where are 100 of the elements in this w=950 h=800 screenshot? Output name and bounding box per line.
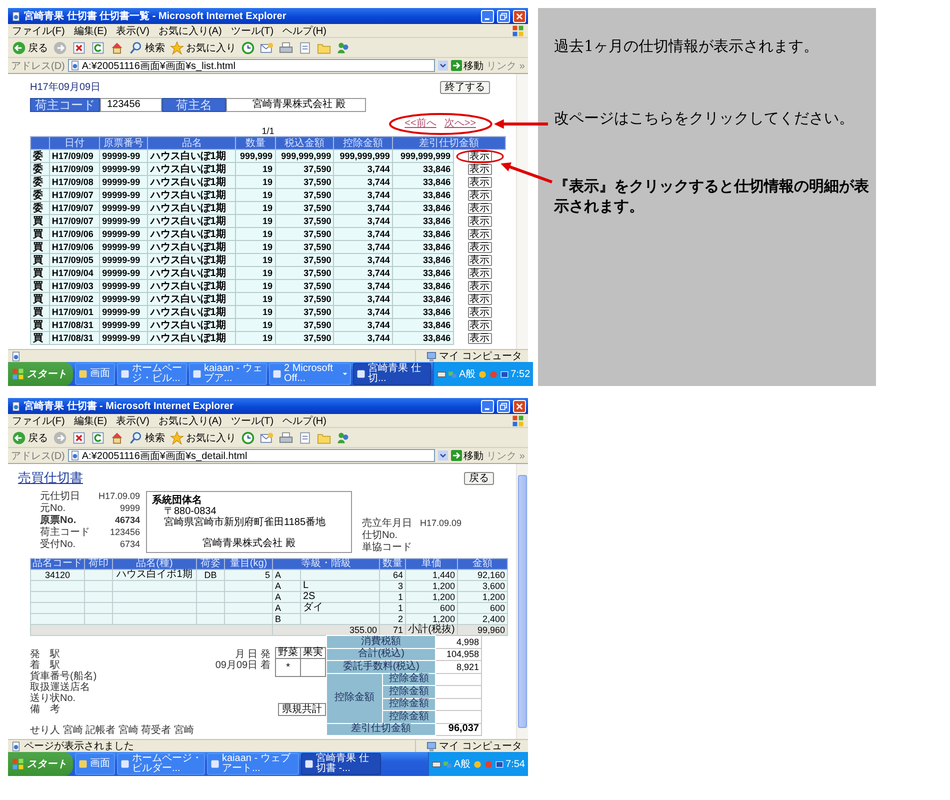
app-icon [120, 369, 130, 379]
previous-link[interactable]: <<前へ [404, 118, 436, 130]
taskbar-item[interactable]: ホームページ・ビル... [117, 363, 187, 385]
next-link[interactable]: 次へ>> [444, 118, 476, 130]
address-field[interactable]: A:¥20051116画面¥画面¥s_list.html [68, 59, 435, 72]
menu-item[interactable]: お気に入り(A) [158, 414, 222, 428]
toolbar-button[interactable] [71, 430, 87, 444]
toolbar-button[interactable]: お気に入り [169, 40, 237, 54]
taskbar-item[interactable]: 2 Microsoft Off... [269, 363, 351, 385]
back-button[interactable]: 戻る [464, 472, 494, 484]
toolbar-button[interactable] [278, 40, 294, 54]
menu-item[interactable]: お気に入り(A) [158, 24, 222, 38]
minimize-button[interactable] [481, 10, 494, 22]
scrollbar[interactable] [516, 464, 528, 739]
document-icon [298, 40, 312, 54]
show-button[interactable]: 表示 [468, 216, 492, 226]
toolbar-button[interactable]: 戻る [11, 40, 49, 54]
toolbar-button[interactable] [109, 40, 125, 54]
go-button[interactable]: 移動 [450, 58, 484, 72]
table-cell: 3,744 [334, 214, 392, 228]
close-button[interactable] [513, 400, 526, 412]
toolbar-button[interactable] [259, 430, 275, 444]
toolbar-button[interactable] [335, 40, 351, 54]
toolbar-button[interactable] [90, 40, 106, 54]
taskbar-item[interactable]: 宮崎青果 仕切書 -... [301, 753, 381, 775]
table-cell: H17/09/08 [49, 176, 100, 188]
page-title-link[interactable]: 売買仕切書 [18, 469, 83, 487]
menu-item[interactable]: 編集(E) [74, 414, 108, 428]
departure-text: 月 日 発 [234, 649, 270, 660]
taskbar-item[interactable]: 画面 [75, 363, 115, 385]
menu-item[interactable]: 編集(E) [74, 24, 108, 38]
exit-button[interactable]: 終了する [440, 80, 490, 94]
menu-item[interactable]: 表示(V) [116, 414, 150, 428]
table-cell: 委 [30, 162, 50, 176]
table-cell: 37,590 [275, 228, 334, 240]
toolbar-button[interactable] [297, 40, 313, 54]
table-cell: 33,846 [392, 202, 454, 214]
table-cell: 99999-99 [100, 176, 148, 188]
maximize-button[interactable] [497, 10, 510, 22]
menu-item[interactable]: ツール(T) [230, 414, 274, 428]
show-button[interactable]: 表示 [468, 320, 492, 330]
column-header: 単価 [406, 558, 458, 570]
table-cell: 19 [236, 162, 276, 176]
taskbar-item[interactable]: kaiaan - ウェブア... [189, 363, 267, 385]
table-cell: ハウス白イボ1期 [112, 570, 196, 580]
address-field[interactable]: A:¥20051116画面¥画面¥s_detail.html [68, 449, 435, 462]
show-button[interactable]: 表示 [468, 306, 492, 318]
menu-item[interactable]: ツール(T) [230, 24, 274, 38]
toolbar-button[interactable] [240, 430, 256, 444]
table-cell: 33,846 [392, 162, 454, 176]
column-header: 品名コード [30, 558, 84, 570]
toolbar-button[interactable]: 検索 [128, 40, 166, 54]
show-button[interactable]: 表示 [468, 280, 492, 292]
show-button[interactable]: 表示 [468, 254, 492, 266]
menu-item[interactable]: ヘルプ(H) [282, 414, 326, 428]
show-button[interactable]: 表示 [468, 242, 492, 252]
table-cell: 37,590 [275, 280, 334, 292]
toolbar-button[interactable] [278, 430, 294, 444]
scrollbar[interactable] [516, 74, 528, 349]
show-button[interactable]: 表示 [468, 332, 492, 344]
computer-icon [426, 350, 437, 362]
toolbar-button[interactable] [259, 40, 275, 54]
table-cell: H17/09/09 [49, 150, 100, 162]
column-header: 量目(kg) [224, 558, 272, 570]
show-button[interactable]: 表示 [468, 176, 492, 188]
toolbar-button[interactable] [109, 430, 125, 444]
taskbar-item[interactable]: kaiaan - ウェブアート... [207, 753, 299, 775]
show-button[interactable]: 表示 [468, 190, 492, 200]
table-cell: 99999-99 [100, 240, 148, 254]
toolbar-button[interactable]: 検索 [128, 430, 166, 444]
toolbar-button[interactable] [297, 430, 313, 444]
menu-item[interactable]: ファイル(F) [12, 414, 65, 428]
menu-item[interactable]: ファイル(F) [12, 24, 65, 38]
taskbar-item[interactable]: ホームページ・ビルダー... [117, 753, 205, 775]
table-cell: 3,744 [334, 162, 392, 176]
go-button[interactable]: 移動 [450, 448, 484, 462]
table-cell: 19 [236, 332, 276, 344]
menu-item[interactable]: ヘルプ(H) [282, 24, 326, 38]
show-button[interactable]: 表示 [468, 164, 492, 174]
toolbar-button[interactable]: 戻る [11, 430, 49, 444]
show-button[interactable]: 表示 [468, 268, 492, 278]
table-cell: 33,846 [392, 280, 454, 292]
toolbar-button[interactable]: お気に入り [169, 430, 237, 444]
toolbar-button[interactable] [335, 430, 351, 444]
summary-label: 控除金額 [382, 698, 436, 710]
maximize-button[interactable] [497, 400, 510, 412]
toolbar-button[interactable] [71, 40, 87, 54]
toolbar-button[interactable] [240, 40, 256, 54]
taskbar-item[interactable]: 宮崎青果 仕切... [353, 363, 431, 385]
taskbar-item[interactable]: 画面 [75, 753, 115, 775]
table-cell: 19 [236, 280, 276, 292]
menu-item[interactable]: 表示(V) [116, 24, 150, 38]
show-button[interactable]: 表示 [468, 294, 492, 304]
show-button[interactable]: 表示 [468, 202, 492, 214]
show-button[interactable]: 表示 [468, 228, 492, 240]
close-button[interactable] [513, 10, 526, 22]
toolbar-button[interactable] [90, 430, 106, 444]
history-icon [241, 430, 255, 444]
back-icon [12, 40, 26, 54]
minimize-button[interactable] [481, 400, 494, 412]
